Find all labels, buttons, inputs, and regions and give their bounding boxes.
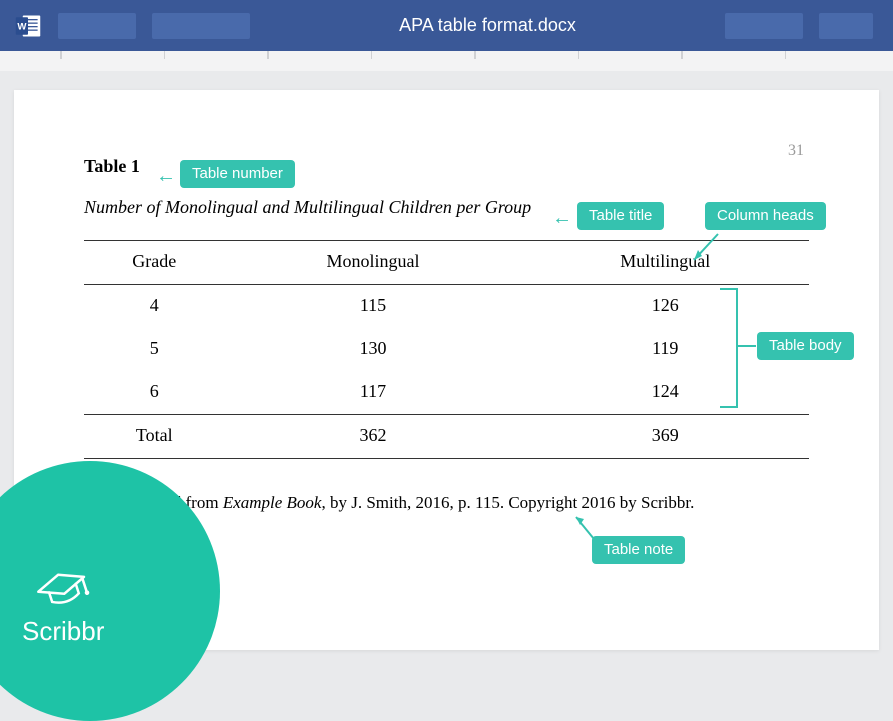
ruler [0,51,893,71]
annotation-table-body: Table body [757,332,854,360]
annotation-column-heads: Column heads [705,202,826,230]
svg-text:W: W [17,21,27,32]
cell-mono: 115 [224,285,521,329]
table-note: Note. Adapted from Example Book, by J. S… [84,493,809,513]
arrow-left-icon [156,165,176,188]
page-number: 31 [788,142,804,160]
cell-grade: 6 [84,371,224,415]
bracket-connector-icon [738,340,758,352]
column-head: Multilingual [522,241,809,285]
titlebar-placeholder [58,13,136,39]
table-total-row: Total 362 369 [84,415,809,459]
column-head: Grade [84,241,224,285]
cell-mono: 130 [224,328,521,371]
table-title: Number of Monolingual and Multilingual C… [84,197,809,218]
note-book-title: Example Book [223,493,322,512]
titlebar-placeholder [725,13,803,39]
table-row: 5 130 119 [84,328,809,371]
column-head: Monolingual [224,241,521,285]
apa-table: Grade Monolingual Multilingual 4 115 126… [84,240,809,459]
cell-multi: 124 [522,371,809,415]
word-icon: W [14,12,42,40]
cell-grade: 4 [84,285,224,329]
scribbr-logo: Scribbr [22,568,104,647]
arrow-left-icon [552,207,572,230]
scribbr-brand-text: Scribbr [22,616,104,647]
table-row: 6 117 124 [84,371,809,415]
note-text: , by J. Smith, 2016, p. 115. Copyright 2… [321,493,694,512]
cell-mono: 117 [224,371,521,415]
cell-total-mono: 362 [224,415,521,459]
bracket-icon [720,288,738,408]
cell-multi: 126 [522,285,809,329]
titlebar-placeholder [819,13,873,39]
document-title: APA table format.docx [266,15,709,36]
annotation-table-title: Table title [577,202,664,230]
annotation-table-note: Table note [592,536,685,564]
annotation-table-number: Table number [180,160,295,188]
cell-grade: 5 [84,328,224,371]
word-titlebar: W APA table format.docx [0,0,893,51]
cell-total-label: Total [84,415,224,459]
titlebar-placeholder [152,13,250,39]
arrow-diagonal-icon [688,232,728,272]
cell-total-multi: 369 [522,415,809,459]
graduation-cap-icon [35,568,91,612]
table-row: 4 115 126 [84,285,809,329]
